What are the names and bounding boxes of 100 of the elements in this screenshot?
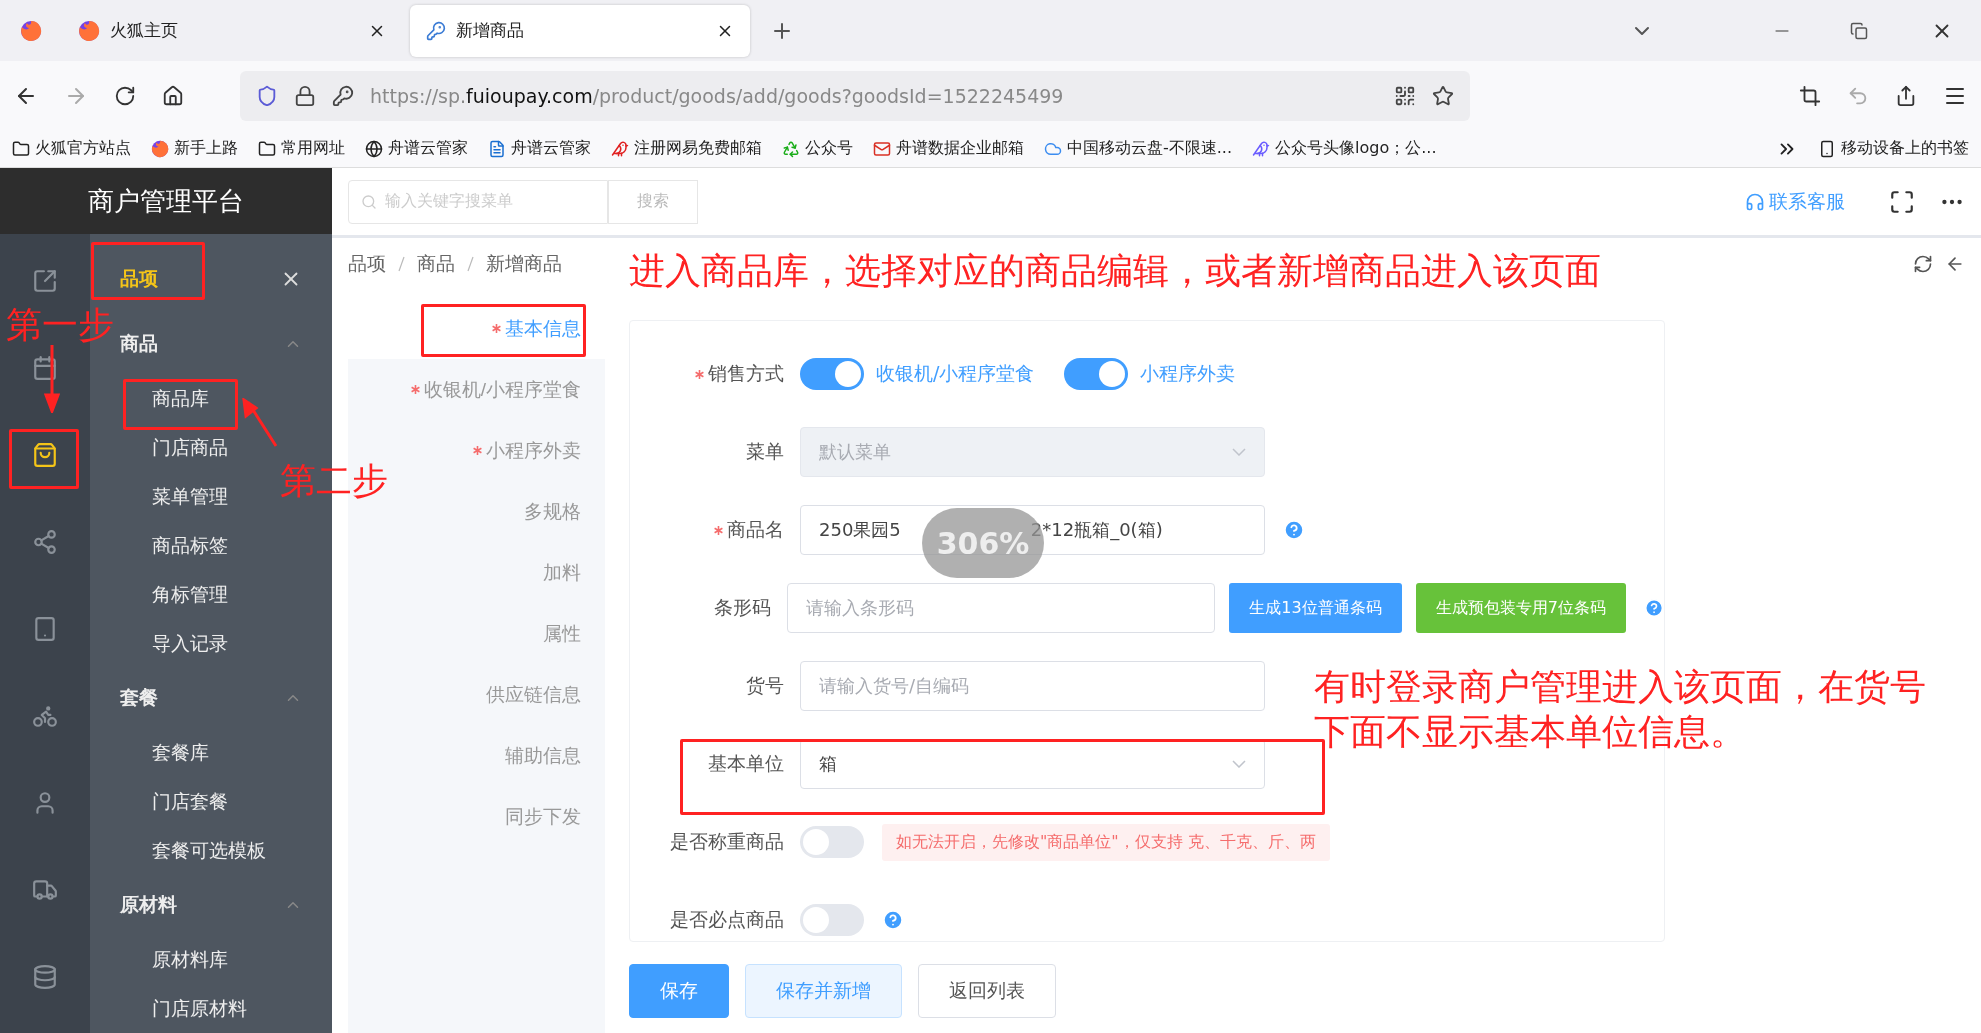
chevron-down-icon — [1232, 448, 1246, 456]
bookmark-link[interactable]: 公众号头像logo；公... — [1252, 138, 1437, 159]
field-label: 是否必点商品 — [670, 907, 784, 932]
select-field[interactable]: 箱 — [800, 739, 1265, 789]
breadcrumb-separator-icon — [467, 256, 474, 272]
headset-icon — [1745, 191, 1765, 212]
field-label: 商品名 — [727, 517, 784, 542]
menu-item[interactable]: 角标管理 — [152, 570, 228, 619]
lock-icon[interactable] — [294, 84, 316, 107]
breadcrumb-item[interactable]: 商品 — [417, 251, 455, 277]
annotation-text: 第一步 — [6, 303, 114, 347]
browser-tab[interactable]: 新增商品 — [410, 4, 750, 57]
toggle-switch[interactable] — [800, 358, 864, 390]
menu-header: 品项 — [120, 266, 158, 291]
bookmark-link[interactable]: 常用网址 — [258, 138, 345, 159]
reload-button[interactable] — [114, 84, 136, 107]
qr-code-icon[interactable] — [1394, 84, 1416, 107]
firefox-icon — [78, 19, 100, 42]
recycle-icon — [782, 139, 800, 158]
menu-item[interactable]: 菜单管理 — [152, 472, 228, 521]
menu-item[interactable]: 门店原材料 — [152, 984, 247, 1033]
bookmark-link[interactable]: 移动设备上的书签 — [1818, 138, 1969, 159]
search-icon — [361, 193, 377, 210]
toggle-label: 小程序外卖 — [1140, 361, 1236, 386]
field-label: 货号 — [746, 673, 784, 698]
annotation-text: 进入商品库，选择对应的商品编辑，或者新增商品进入该页面 — [629, 249, 1601, 293]
field-label: 是否称重商品 — [670, 829, 784, 854]
menu-item[interactable]: 原材料库 — [152, 935, 228, 984]
help-icon[interactable] — [882, 909, 904, 931]
annotation-arrow — [242, 398, 278, 448]
annotation-box — [9, 429, 79, 489]
menu-item[interactable]: 门店商品 — [152, 423, 228, 472]
key-icon[interactable] — [332, 84, 354, 107]
chevron-down-icon — [1232, 760, 1246, 768]
globe-icon — [365, 139, 383, 158]
bird-icon — [611, 139, 629, 158]
bookmark-link[interactable]: 新手上路 — [151, 138, 238, 159]
annotation-arrow — [44, 345, 60, 413]
app-title: 商户管理平台 — [0, 168, 332, 234]
crop-button[interactable] — [1799, 84, 1821, 107]
tab-title: 新增商品 — [456, 19, 525, 42]
menu-group[interactable]: 套餐 — [90, 668, 332, 728]
browser-tab[interactable]: 火狐主页 — [62, 4, 402, 57]
mail-icon — [873, 139, 891, 158]
bookmark-link[interactable]: 注册网易免费邮箱 — [611, 138, 762, 159]
breadcrumb-separator-icon — [398, 256, 405, 272]
star-icon[interactable] — [1432, 84, 1454, 107]
share-button[interactable] — [1895, 84, 1917, 107]
tablet-icon[interactable] — [32, 616, 58, 642]
document-icon — [488, 139, 506, 158]
field-label: 销售方式 — [708, 361, 784, 386]
folder-icon — [258, 139, 276, 158]
bike-icon[interactable] — [32, 703, 58, 729]
breadcrumb-item[interactable]: 新增商品 — [486, 251, 562, 277]
restore-icon[interactable] — [1850, 21, 1868, 40]
toggle-switch[interactable] — [800, 904, 864, 936]
bookmark-link[interactable]: 公众号 — [782, 138, 853, 159]
shopping-bag-icon[interactable] — [32, 442, 58, 468]
toggle-switch[interactable] — [1064, 358, 1129, 390]
field-label: 菜单 — [746, 439, 784, 464]
bookmark-link[interactable]: 火狐官方站点 — [12, 138, 131, 159]
field-label: 基本单位 — [708, 751, 784, 776]
annotation-text: 有时登录商户管理进入该页面，在货号下面不显示基本单位信息。 — [1314, 665, 1927, 754]
home-button[interactable] — [162, 84, 184, 107]
menu-item[interactable]: 商品库 — [152, 374, 209, 423]
menu-group[interactable]: 原材料 — [90, 875, 332, 935]
bookmark-link[interactable]: 舟谱云管家 — [365, 138, 468, 159]
export-icon[interactable] — [32, 268, 58, 294]
folder-icon — [12, 139, 30, 158]
truck-icon[interactable] — [32, 877, 58, 903]
menu-item[interactable]: 套餐可选模板 — [152, 826, 266, 875]
shield-icon[interactable] — [256, 84, 278, 107]
toggle-switch[interactable] — [800, 826, 864, 858]
share-icon[interactable] — [32, 529, 58, 555]
key-icon — [426, 20, 446, 41]
menu-item[interactable]: 门店套餐 — [152, 777, 228, 826]
menu-item[interactable]: 商品标签 — [152, 521, 228, 570]
firefox-icon[interactable] — [20, 19, 42, 42]
hint-text: 如无法开启，先修改"商品单位"，仅支持 克、千克、斤、两 — [882, 823, 1330, 861]
phone-icon — [1818, 139, 1836, 158]
calendar-icon[interactable] — [32, 355, 58, 381]
back-to-list-button[interactable]: 返回列表 — [918, 964, 1056, 1018]
help-icon[interactable] — [1283, 519, 1305, 541]
tab-title: 火狐主页 — [110, 19, 179, 42]
bookmark-link[interactable]: 舟谱云管家 — [488, 138, 591, 159]
help-icon[interactable] — [1643, 597, 1664, 619]
firefox-icon — [151, 139, 169, 158]
menu-item[interactable]: 套餐库 — [152, 728, 209, 777]
bookmark-link[interactable]: 舟谱数据企业邮箱 — [873, 138, 1024, 159]
toggle-label: 收银机/小程序堂食 — [876, 361, 1035, 386]
bookmark-link[interactable]: 中国移动云盘-不限速... — [1044, 138, 1233, 159]
field-label: 条形码 — [713, 595, 771, 620]
fullscreen-icon[interactable] — [1889, 188, 1915, 215]
refresh-icon[interactable] — [1913, 254, 1933, 274]
bird-icon — [1252, 139, 1271, 158]
address-bar[interactable]: https://sp.fuioupay.com/product/goods/add/goods?goodsId=1522245499 — [240, 70, 1470, 121]
database-icon[interactable] — [32, 964, 58, 990]
menu-item[interactable]: 导入记录 — [152, 619, 228, 668]
url-text: https://sp.fuioupay.com/product/goods/add/goods?goodsId=1522245499 — [370, 84, 1065, 107]
breadcrumb-item[interactable]: 品项 — [348, 251, 386, 277]
